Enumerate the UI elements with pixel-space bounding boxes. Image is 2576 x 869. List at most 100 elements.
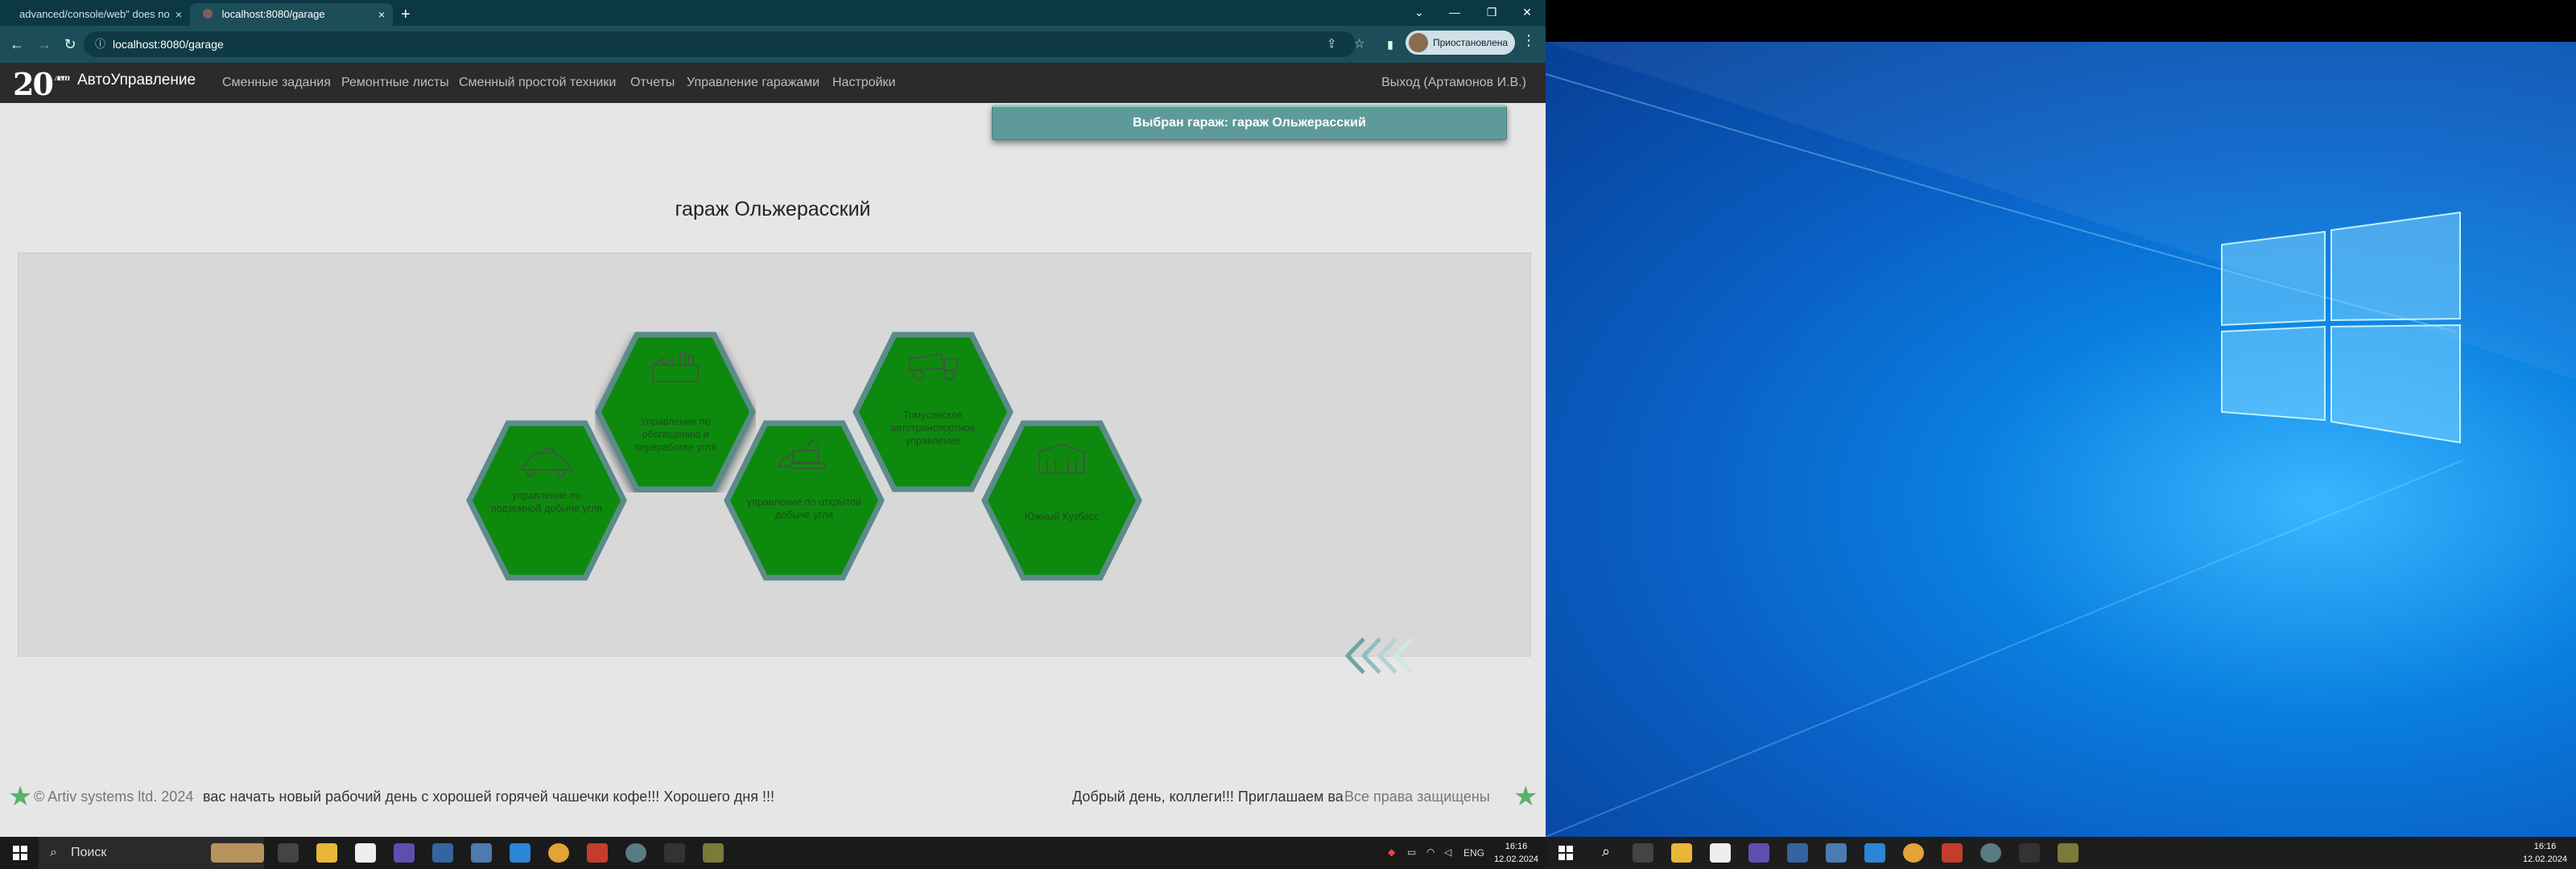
- app-icon[interactable]: [1826, 843, 1847, 863]
- save-app-icon[interactable]: [1748, 843, 1769, 863]
- avatar: [1409, 33, 1428, 52]
- chrome-active-icon[interactable]: [1980, 843, 2001, 863]
- share-icon[interactable]: ⇪: [1327, 31, 1337, 57]
- browser-tab-2-active[interactable]: localhost:8080/garage ×: [190, 3, 393, 26]
- hex-label: Управление по обогащению и переработке у…: [634, 416, 716, 453]
- chrome-icon[interactable]: [1903, 843, 1924, 863]
- search-highlight-image: [211, 843, 264, 863]
- excavator-icon: [777, 439, 826, 469]
- wifi-icon[interactable]: ◠: [1426, 846, 1435, 858]
- bookmark-star-icon[interactable]: ☆: [1354, 31, 1364, 57]
- app-icon[interactable]: [1787, 843, 1808, 863]
- close-tab-icon[interactable]: ×: [378, 3, 385, 26]
- browser-menu-icon[interactable]: ⋮: [1521, 32, 1536, 49]
- new-tab-icon[interactable]: +: [401, 3, 411, 26]
- browser-tab-1[interactable]: advanced/console/web" does no ×: [6, 3, 190, 26]
- hex-south-kuzbass[interactable]: Южный Кузбасс: [981, 420, 1142, 581]
- nav-settings[interactable]: Настройки: [832, 76, 895, 90]
- nav-shift-tasks[interactable]: Сменные задания: [222, 76, 331, 90]
- tab-label: localhost:8080/garage: [221, 8, 325, 20]
- close-window-icon[interactable]: ✕: [1509, 0, 1546, 26]
- left-monitor: advanced/console/web" does no × localhos…: [0, 0, 1546, 869]
- mining-machine-icon: [522, 446, 575, 477]
- windows-start-icon[interactable]: [13, 846, 27, 860]
- network-icon[interactable]: ▭: [1407, 846, 1416, 858]
- footer-ticker-left: вас начать новый рабочий день с хорошей …: [203, 789, 774, 805]
- chrome-icon[interactable]: [548, 843, 569, 863]
- clock[interactable]: 16:16 12.02.2024: [1494, 840, 1538, 866]
- search-icon[interactable]: ⌕: [1596, 843, 1616, 863]
- security-icon[interactable]: ◆: [1388, 846, 1395, 858]
- chrome-active-icon[interactable]: [625, 843, 646, 863]
- app-icon[interactable]: [2058, 843, 2079, 863]
- terminal-icon[interactable]: [664, 843, 685, 863]
- app-icon[interactable]: [471, 843, 492, 863]
- task-view-icon[interactable]: [278, 843, 299, 863]
- close-tab-icon[interactable]: ×: [175, 3, 182, 26]
- nav-reports[interactable]: Отчеты: [630, 76, 675, 90]
- url-text: localhost:8080/garage: [113, 38, 224, 51]
- hex-label: Южный Кузбасс: [1024, 511, 1100, 522]
- restore-icon[interactable]: ❐: [1473, 0, 1510, 26]
- minimize-icon[interactable]: —: [1436, 0, 1473, 26]
- nav-repair-sheets[interactable]: Ремонтные листы: [341, 76, 449, 90]
- vscode-icon[interactable]: [510, 843, 530, 863]
- site-info-icon[interactable]: ⓘ: [95, 31, 105, 57]
- save-app-icon[interactable]: [394, 843, 415, 863]
- notepad-icon[interactable]: [355, 843, 376, 863]
- filezilla-icon[interactable]: [587, 843, 608, 863]
- logout-link[interactable]: Выход (Артамонов И.В.): [1381, 76, 1526, 90]
- app-icon[interactable]: [432, 843, 453, 863]
- clock-date: 12.02.2024: [1494, 855, 1539, 864]
- garage-hex-panel: управление по подземной добыче угля Упра…: [18, 253, 1531, 657]
- star-icon: ★: [8, 781, 33, 812]
- browser-tab-strip: advanced/console/web" does no × localhos…: [0, 0, 1546, 26]
- volume-icon[interactable]: ◁: [1444, 846, 1451, 858]
- nav-equipment-downtime[interactable]: Сменный простой техники: [459, 76, 616, 90]
- footer-rights: Все права защищены: [1344, 789, 1490, 805]
- taskbar-left: ⌕ Поиск ◆ ▭ ◠ ◁ ENG 16:16 12.02.2024: [0, 837, 1546, 869]
- logo-text: 20: [13, 66, 54, 102]
- notepad-icon[interactable]: [1710, 843, 1731, 863]
- side-panel-icon[interactable]: ▮: [1378, 32, 1402, 56]
- desktop-wallpaper: [1546, 42, 2576, 837]
- app-icon[interactable]: [703, 843, 724, 863]
- search-placeholder: Поиск: [71, 846, 107, 859]
- language-indicator[interactable]: ENG: [1463, 847, 1484, 859]
- nav-garage-management[interactable]: Управление гаражами: [687, 76, 819, 90]
- terminal-icon[interactable]: [2019, 843, 2040, 863]
- file-explorer-icon[interactable]: [1671, 843, 1692, 863]
- profile-button[interactable]: Приостановлена: [1406, 31, 1515, 55]
- logo[interactable]: 20 лет: [13, 66, 70, 102]
- back-arrows-icon[interactable]: [1343, 636, 1431, 676]
- clock-time: 16:16: [1505, 842, 1528, 851]
- page-title: гараж Ольжерасский: [675, 198, 871, 220]
- right-monitor: ⌕ 16:16 12.02.2024: [1546, 0, 2576, 869]
- brand-name[interactable]: АвтоУправление: [77, 72, 196, 89]
- reload-icon[interactable]: ↻: [58, 32, 82, 56]
- footer-copyright: © Artiv systems ltd. 2024: [34, 789, 194, 805]
- task-view-icon[interactable]: [1633, 843, 1653, 863]
- star-icon: ★: [1513, 781, 1538, 812]
- building-icon: [1038, 443, 1085, 474]
- file-explorer-icon[interactable]: [316, 843, 337, 863]
- back-icon[interactable]: ←: [5, 32, 29, 56]
- filezilla-icon[interactable]: [1942, 843, 1963, 863]
- footer-ticker-right: Добрый день, коллеги!!! Приглашаем ва: [1072, 789, 1344, 805]
- clock-date: 12.02.2024: [2523, 855, 2568, 864]
- factory-icon: [652, 352, 699, 382]
- tab-search-icon[interactable]: ⌄: [1401, 0, 1438, 26]
- vscode-icon[interactable]: [1864, 843, 1885, 863]
- clock[interactable]: 16:16 12.02.2024: [2523, 840, 2567, 866]
- favicon-icon: [203, 9, 213, 19]
- windows-logo-wallpaper: [1546, 42, 2576, 837]
- profile-label: Приостановлена: [1433, 37, 1509, 48]
- hex-label: Томусинское автотранспортное управление: [890, 410, 976, 447]
- hex-label: управление по открытой добыче угля: [746, 496, 862, 521]
- search-icon: ⌕: [50, 846, 57, 859]
- forward-icon[interactable]: →: [32, 32, 56, 56]
- address-bar[interactable]: ⓘ localhost:8080/garage ⇪ ☆: [84, 31, 1364, 57]
- windows-start-icon[interactable]: [1558, 846, 1573, 860]
- tab-label: advanced/console/web" does no: [19, 8, 170, 20]
- hex-label: управление по подземной добыче угля: [490, 490, 603, 514]
